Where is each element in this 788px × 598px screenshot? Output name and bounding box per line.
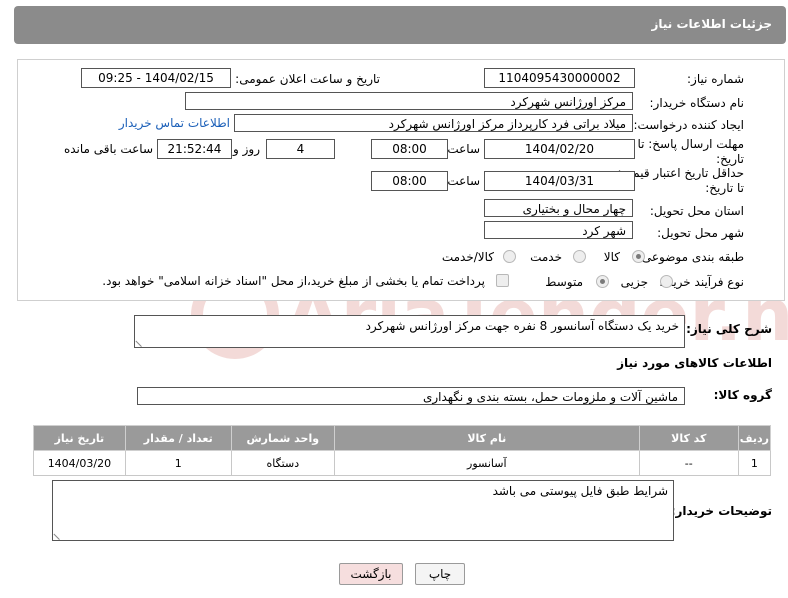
city-field: شهر کرد: [484, 221, 633, 239]
process-minor-label: جزیی: [620, 275, 648, 289]
process-medium-radio[interactable]: [596, 275, 609, 288]
category-goods-service-radio[interactable]: [503, 250, 516, 263]
back-button[interactable]: بازگشت: [339, 563, 403, 585]
goods-table-header-row: ردیف کد کالا نام کالا واحد شمارش تعداد /…: [33, 425, 772, 451]
need-number-label: شماره نیاز:: [687, 72, 744, 86]
creator-label: ایجاد کننده درخواست:: [633, 118, 744, 132]
category-label: طبقه بندی موضوعی:: [637, 250, 744, 264]
reply-deadline-label: مهلت ارسال پاسخ: تا تاریخ:: [637, 137, 744, 166]
goods-info-title: اطلاعات کالاهای مورد نیاز: [617, 356, 772, 370]
cell-row-number: 1: [737, 450, 772, 476]
description-label: شرح کلی نیاز:: [686, 322, 772, 336]
price-validity-date-field: 1404/03/31: [484, 171, 635, 191]
col-header-goods-name: نام کالا: [333, 425, 640, 451]
page-title: جزئیات اطلاعات نیاز: [651, 17, 772, 31]
price-validity-time-label: ساعت: [447, 174, 480, 188]
province-label: استان محل تحویل:: [649, 204, 744, 218]
category-goods-label: کالا: [603, 250, 620, 264]
category-goods-radio[interactable]: [632, 250, 645, 263]
col-header-need-date: تاریخ نیاز: [33, 425, 126, 451]
creator-field: میلاد براتی فرد کارپرداز مرکز اورژانس شه…: [234, 114, 633, 132]
category-service-radio[interactable]: [573, 250, 586, 263]
col-header-quantity: تعداد / مقدار: [124, 425, 232, 451]
reply-time-label: ساعت: [447, 142, 480, 156]
buyer-contact-link[interactable]: اطلاعات تماس خریدار: [119, 116, 230, 130]
col-header-unit: واحد شمارش: [230, 425, 335, 451]
cell-goods-code: --: [638, 450, 739, 476]
print-button[interactable]: چاپ: [415, 563, 465, 585]
announce-date-label: تاریخ و ساعت اعلان عمومی:: [235, 72, 380, 86]
announce-date-field: 1404/02/15 - 09:25: [81, 68, 231, 88]
description-text: خرید یک دستگاه آسانسور 8 نفره جهت مرکز ا…: [365, 319, 679, 333]
cell-goods-name: آسانسور: [333, 450, 640, 476]
cell-need-date: 1404/03/20: [33, 450, 126, 476]
resize-grip-icon[interactable]: [53, 527, 66, 541]
category-service-label: خدمت: [530, 250, 562, 264]
category-goods-service-label: کالا/خدمت: [441, 250, 494, 264]
page-header: جزئیات اطلاعات نیاز: [14, 6, 786, 44]
col-header-goods-code: کد کالا: [638, 425, 739, 451]
goods-group-field: ماشین آلات و ملزومات حمل، بسته بندی و نگ…: [137, 387, 685, 405]
time-remaining-label: ساعت باقی مانده: [63, 142, 153, 156]
goods-table: ردیف کد کالا نام کالا واحد شمارش تعداد /…: [33, 425, 772, 476]
col-header-row-number: ردیف: [737, 425, 772, 451]
table-row: 1 -- آسانسور دستگاه 1 1404/03/20: [33, 450, 772, 476]
time-remaining-field: 21:52:44: [157, 139, 232, 159]
days-remaining-field: 4: [266, 139, 335, 159]
reply-time-field: 08:00: [371, 139, 448, 159]
province-field: چهار محال و بختیاری: [484, 199, 633, 217]
treasury-bond-checkbox[interactable]: [496, 274, 509, 287]
resize-grip-icon[interactable]: [135, 334, 148, 348]
city-label: شهر محل تحویل:: [657, 226, 744, 240]
buyer-org-field: مرکز اورژانس شهرکرد: [185, 92, 633, 110]
process-medium-label: متوسط: [545, 275, 583, 289]
process-minor-radio[interactable]: [660, 275, 673, 288]
reply-date-field: 1404/02/20: [484, 139, 635, 159]
days-label: روز و: [233, 142, 260, 156]
cell-unit: دستگاه: [230, 450, 335, 476]
need-number-field: 1104095430000002: [484, 68, 635, 88]
description-textarea: خرید یک دستگاه آسانسور 8 نفره جهت مرکز ا…: [134, 315, 685, 348]
goods-group-label: گروه کالا:: [713, 388, 772, 402]
buyer-notes-text: شرایط طبق فایل پیوستی می باشد: [492, 484, 668, 498]
buyer-notes-textarea: شرایط طبق فایل پیوستی می باشد: [52, 480, 674, 541]
buyer-notes-label: توضیحات خریدار:: [670, 504, 772, 518]
treasury-bond-note: پرداخت تمام یا بخشی از مبلغ خرید،از محل …: [102, 274, 485, 288]
cell-quantity: 1: [124, 450, 232, 476]
price-validity-time-field: 08:00: [371, 171, 448, 191]
buyer-org-label: نام دستگاه خریدار:: [649, 96, 745, 110]
